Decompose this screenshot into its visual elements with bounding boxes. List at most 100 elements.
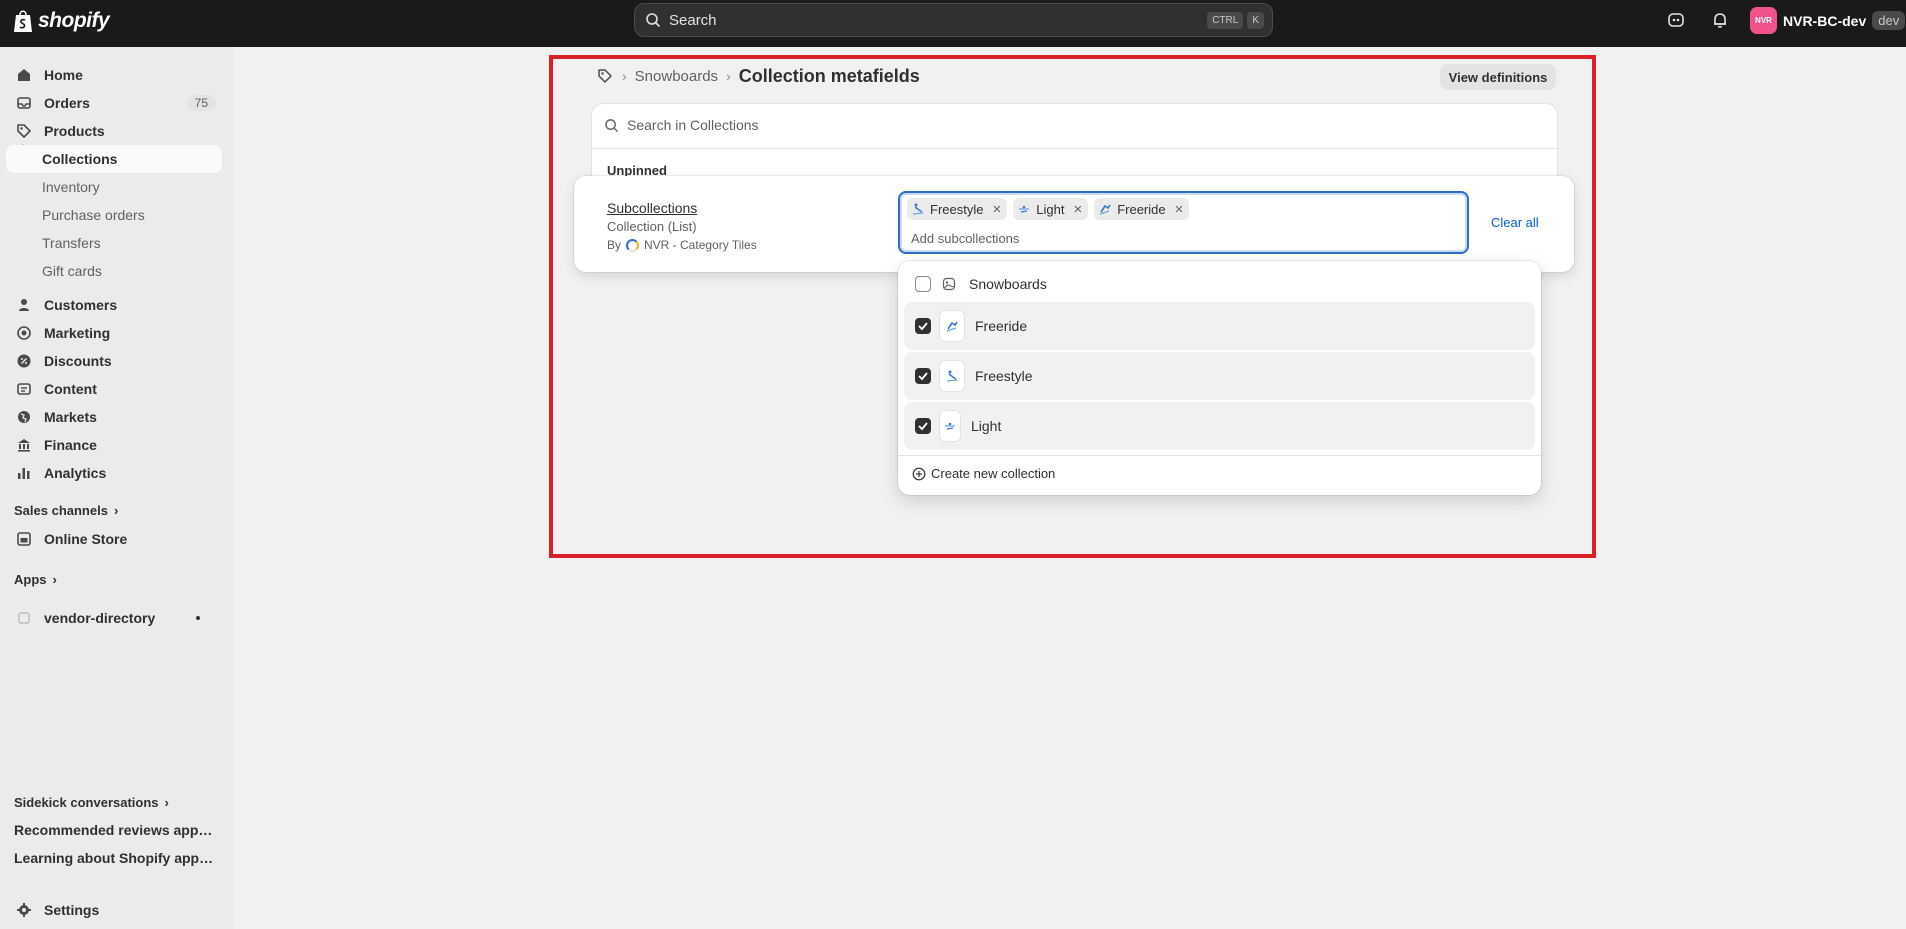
create-new-collection-button[interactable]: Create new collection [912, 466, 1055, 481]
sidebar-item-transfers[interactable]: Transfers [6, 229, 222, 257]
sidebar-item-customers[interactable]: Customers [6, 291, 222, 319]
search-icon [605, 118, 619, 132]
sidebar-item-label: Online Store [44, 531, 128, 547]
store-name: NVR-BC-dev [1783, 12, 1867, 29]
store-badge: dev [1872, 11, 1906, 30]
global-search-bar[interactable]: Search CTRL K [634, 3, 1273, 37]
option-label: Light [971, 418, 1002, 434]
app-name: NVR - Category Tiles [644, 238, 757, 252]
globe-icon [16, 409, 32, 425]
apps-header[interactable]: Apps › [14, 572, 57, 587]
collections-search-input[interactable]: Search in Collections [604, 112, 759, 138]
tag-icon [16, 123, 32, 139]
sales-channels-label: Sales channels [14, 503, 108, 518]
metafield-row-card: Subcollections Collection (List) By NVR … [574, 176, 1574, 272]
bank-icon [16, 437, 32, 453]
store-menu[interactable]: NVR NVR-BC-dev dev [1750, 7, 1906, 34]
sidebar-item-home[interactable]: Home [6, 61, 222, 89]
sidebar-item-label: Transfers [42, 235, 101, 251]
shopify-logo[interactable]: shopify [12, 8, 110, 34]
sidebar-item-vendor-directory[interactable]: vendor-directory [6, 604, 222, 632]
sidebar-item-label: Products [44, 123, 105, 139]
divider [898, 455, 1541, 456]
avatar: NVR [1750, 7, 1777, 34]
metafield-name-link[interactable]: Subcollections [607, 200, 697, 216]
sidebar-item-gift-cards[interactable]: Gift cards [6, 257, 222, 285]
page-title: Collection metafields [738, 65, 920, 86]
sidebar-item-label: Inventory [42, 179, 100, 195]
chevron-right-icon: › [164, 795, 169, 810]
option-snowboards[interactable]: Snowboards [904, 268, 1535, 300]
unread-dot [196, 616, 200, 620]
sidebar-item-finance[interactable]: Finance [6, 431, 222, 459]
snowboarder-thumbnail-icon [939, 310, 965, 342]
sidebar-item-inventory[interactable]: Inventory [6, 173, 222, 201]
chevron-right-icon: › [113, 503, 119, 518]
breadcrumb: › Snowboards › Collection metafields [596, 65, 920, 87]
sidebar-item-analytics[interactable]: Analytics [6, 459, 222, 487]
sidebar-item-marketing[interactable]: Marketing [6, 319, 222, 347]
checkbox-checked[interactable] [915, 368, 931, 384]
metafield-owner: By NVR - Category Tiles [607, 238, 757, 252]
option-freeride[interactable]: Freeride [904, 302, 1535, 350]
view-definitions-button[interactable]: View definitions [1440, 64, 1556, 90]
sidebar-item-purchase-orders[interactable]: Purchase orders [6, 201, 222, 229]
metafield-tag-icon[interactable] [596, 67, 614, 85]
sidebar-item-label: Content [44, 381, 97, 397]
checkbox-checked[interactable] [915, 418, 931, 434]
logo-text: shopify [38, 9, 110, 32]
option-freestyle[interactable]: Freestyle [904, 352, 1535, 400]
sidekick-conversations-header[interactable]: Sidekick conversations › [14, 795, 169, 810]
sidebar-item-label: Discounts [44, 353, 112, 369]
remove-tag-icon[interactable]: × [992, 202, 1001, 217]
checkbox[interactable] [915, 276, 931, 292]
snowboarder-thumbnail-icon [1099, 204, 1111, 215]
sidebar-item-collections[interactable]: Collections [6, 145, 222, 173]
selected-tags: Freestyle × Light × Freeride × [907, 198, 1190, 220]
clear-all-button[interactable]: Clear all [1491, 215, 1539, 230]
gear-icon [16, 902, 32, 918]
sidebar-item-online-store[interactable]: Online Store [6, 525, 222, 553]
sidebar-item-label: Collections [42, 151, 118, 167]
home-icon [16, 67, 32, 83]
sidebar-item-label: Orders [44, 95, 90, 111]
option-label: Freeride [975, 318, 1028, 334]
subcollections-combobox[interactable]: Freestyle × Light × Freeride × Add subco… [898, 191, 1469, 254]
sales-channels-header[interactable]: Sales channels › [14, 503, 118, 518]
sidebar-item-markets[interactable]: Markets [6, 403, 222, 431]
option-light[interactable]: Light [904, 402, 1535, 450]
divider [592, 148, 1557, 149]
conversation-link[interactable]: Learning about Shopify apps a... [14, 850, 216, 866]
sidekick-icon[interactable] [1666, 10, 1686, 30]
sidebar-item-label: Marketing [44, 325, 111, 341]
sidebar-item-content[interactable]: Content [6, 375, 222, 403]
inbox-icon [16, 95, 32, 111]
search-placeholder: Search in Collections [627, 117, 759, 133]
sidebar-item-orders[interactable]: Orders 75 [6, 89, 222, 117]
app-logo-icon [626, 238, 640, 252]
bell-icon[interactable] [1710, 10, 1730, 30]
chart-icon [16, 465, 32, 481]
sidebar-item-label: Gift cards [42, 263, 102, 279]
sidebar-item-settings[interactable]: Settings [6, 896, 222, 924]
checkbox-checked[interactable] [915, 318, 931, 334]
sidebar-item-discounts[interactable]: Discounts [6, 347, 222, 375]
sidebar-item-label: Home [44, 67, 83, 83]
target-icon [16, 325, 32, 341]
keyboard-shortcut: CTRL K [1207, 12, 1264, 29]
tag-freeride: Freeride × [1094, 198, 1190, 220]
person-icon [16, 297, 32, 313]
app-icon [16, 610, 32, 626]
add-subcollections-input[interactable]: Add subcollections [911, 231, 1019, 246]
store-icon [16, 531, 32, 547]
shopify-bag-icon [14, 10, 32, 32]
remove-tag-icon[interactable]: × [1073, 202, 1082, 217]
sidebar-item-products[interactable]: Products [6, 117, 222, 145]
chevron-right-icon: › [52, 572, 57, 587]
conversation-link[interactable]: Recommended reviews apps f... [14, 822, 216, 838]
checkmark-icon [918, 372, 928, 381]
breadcrumb-snowboards[interactable]: Snowboards [635, 68, 718, 85]
apps-label: Apps [14, 572, 47, 587]
search-placeholder: Search [669, 11, 717, 29]
remove-tag-icon[interactable]: × [1175, 202, 1184, 217]
